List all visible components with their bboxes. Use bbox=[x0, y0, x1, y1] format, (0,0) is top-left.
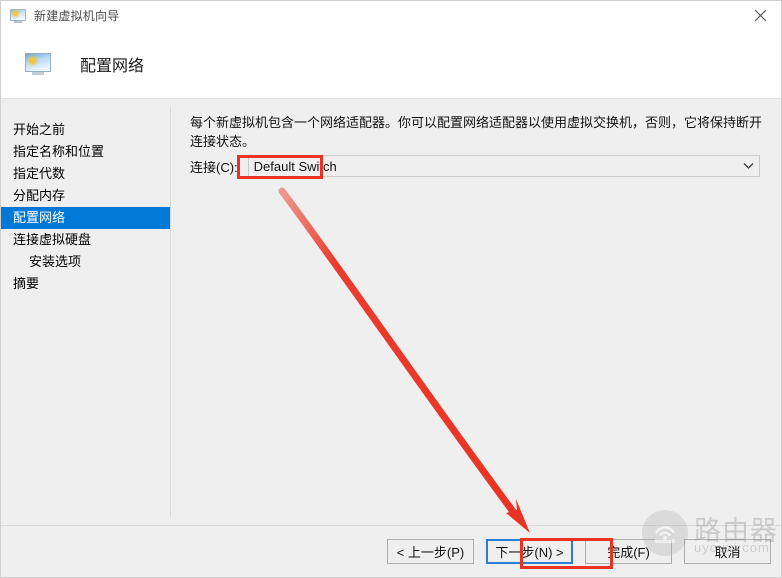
sidebar-item-assign-memory[interactable]: 分配内存 bbox=[1, 185, 171, 207]
virtual-machine-monitor-icon bbox=[10, 8, 26, 24]
new-vm-wizard-window: 新建虚拟机向导 配置网络 开始之前 指定名称和位置 指定代数 分配内存 配置网络… bbox=[0, 0, 782, 578]
footer-button-row: < 上一步(P) 下一步(N) > 完成(F) 取消 bbox=[387, 539, 771, 564]
back-button[interactable]: < 上一步(P) bbox=[387, 539, 474, 564]
wizard-steps-sidebar: 开始之前 指定名称和位置 指定代数 分配内存 配置网络 连接虚拟硬盘 安装选项 … bbox=[1, 99, 171, 525]
chevron-down-icon[interactable] bbox=[737, 156, 759, 176]
wizard-header: 配置网络 bbox=[1, 30, 781, 99]
page-title: 配置网络 bbox=[80, 58, 145, 75]
connection-select[interactable]: Default Switch bbox=[247, 155, 760, 177]
page-icon bbox=[25, 53, 51, 75]
sidebar-item-specify-name-location[interactable]: 指定名称和位置 bbox=[1, 141, 171, 163]
description-text: 每个新虚拟机包含一个网络适配器。你可以配置网络适配器以使用虚拟交换机，否则，它将… bbox=[190, 115, 763, 149]
connection-label: 连接(C): bbox=[190, 159, 238, 175]
cancel-button[interactable]: 取消 bbox=[684, 539, 771, 564]
sidebar-item-before-you-begin[interactable]: 开始之前 bbox=[1, 119, 171, 141]
connection-selected-value: Default Switch bbox=[253, 158, 337, 174]
sidebar-item-configure-networking[interactable]: 配置网络 bbox=[1, 207, 171, 229]
sidebar-item-specify-generation[interactable]: 指定代数 bbox=[1, 163, 171, 185]
close-icon[interactable] bbox=[738, 1, 781, 30]
title-bar: 新建虚拟机向导 bbox=[1, 1, 781, 30]
sidebar-item-connect-virtual-hard-disk[interactable]: 连接虚拟硬盘 bbox=[1, 229, 171, 251]
wizard-body: 开始之前 指定名称和位置 指定代数 分配内存 配置网络 连接虚拟硬盘 安装选项 … bbox=[1, 99, 781, 525]
wizard-content: 每个新虚拟机包含一个网络适配器。你可以配置网络适配器以使用虚拟交换机，否则，它将… bbox=[171, 99, 781, 525]
sidebar-item-installation-options[interactable]: 安装选项 bbox=[1, 251, 171, 273]
next-button[interactable]: 下一步(N) > bbox=[486, 539, 573, 564]
finish-button[interactable]: 完成(F) bbox=[585, 539, 672, 564]
connection-field-row: 连接(C): Default Switch bbox=[190, 155, 760, 177]
wizard-footer: < 上一步(P) 下一步(N) > 完成(F) 取消 bbox=[1, 525, 781, 577]
sidebar-item-summary[interactable]: 摘要 bbox=[1, 273, 171, 295]
window-title: 新建虚拟机向导 bbox=[34, 9, 120, 23]
